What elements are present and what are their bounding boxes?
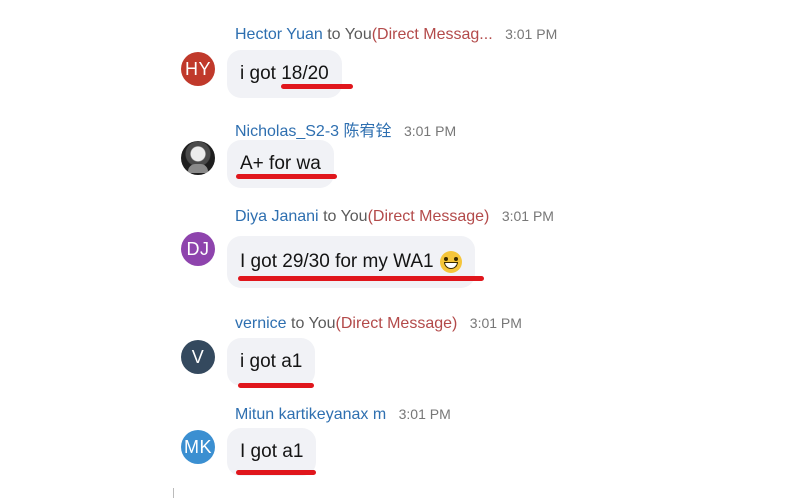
message-text: A+ for wa xyxy=(240,153,321,174)
avatar-initials: MK xyxy=(184,436,212,457)
message-header: Nicholas_S2-3 陈宥铨 3:01 PM xyxy=(235,117,456,141)
timestamp: 3:01 PM xyxy=(398,406,451,422)
avatar-initials: V xyxy=(191,346,205,367)
sender-name[interactable]: vernice xyxy=(235,315,287,332)
direct-message-tag: (Direct Message) xyxy=(335,315,458,332)
sender-name[interactable]: Mitun kartikeyanax m xyxy=(235,406,386,423)
avatar[interactable]: V xyxy=(181,340,215,374)
timestamp: 3:01 PM xyxy=(505,26,558,42)
red-underline-annotation xyxy=(238,383,314,388)
red-underline-annotation xyxy=(236,174,337,179)
direct-message-tag: (Direct Message) xyxy=(367,208,490,225)
timestamp: 3:01 PM xyxy=(469,315,522,331)
message-text: i got 18/20 xyxy=(240,63,329,84)
recipient-label: to You xyxy=(327,26,372,43)
message-header: vernice to You(Direct Message) 3:01 PM xyxy=(235,315,522,333)
message-bubble[interactable]: i got 18/20 xyxy=(227,50,342,98)
avatar[interactable]: HY xyxy=(181,52,215,86)
text-cursor xyxy=(173,488,174,498)
sender-name[interactable]: Nicholas_S2-3 陈宥铨 xyxy=(235,123,392,140)
message-header: Hector Yuan to You(Direct Messag... 3:01… xyxy=(235,26,557,44)
sender-name[interactable]: Diya Janani xyxy=(235,208,319,225)
red-underline-annotation xyxy=(281,84,353,89)
timestamp: 3:01 PM xyxy=(403,123,457,139)
avatar-photo-icon[interactable] xyxy=(181,141,215,175)
avatar[interactable]: DJ xyxy=(181,232,215,266)
message-bubble[interactable]: A+ for wa xyxy=(227,140,334,188)
message-text: I got a1 xyxy=(240,441,304,462)
avatar-initials: DJ xyxy=(186,238,210,259)
grinning-face-icon xyxy=(439,251,462,273)
avatar-initials: HY xyxy=(184,58,211,79)
message-header: Diya Janani to You(Direct Message) 3:01 … xyxy=(235,208,554,226)
red-underline-annotation xyxy=(238,276,484,281)
red-underline-annotation xyxy=(236,470,316,475)
message-text: I got 29/30 for my WA1 xyxy=(240,251,434,272)
message-bubble[interactable]: i got a1 xyxy=(227,338,316,386)
recipient-label: to You xyxy=(291,315,336,332)
timestamp: 3:01 PM xyxy=(501,208,554,224)
direct-message-tag: (Direct Messag... xyxy=(371,26,493,43)
message-text: i got a1 xyxy=(240,351,303,372)
avatar[interactable]: MK xyxy=(181,430,215,464)
message-header: Mitun kartikeyanax m 3:01 PM xyxy=(235,406,451,424)
recipient-label: to You xyxy=(323,208,368,225)
message-bubble[interactable]: I got a1 xyxy=(227,428,317,476)
sender-name[interactable]: Hector Yuan xyxy=(235,26,323,43)
